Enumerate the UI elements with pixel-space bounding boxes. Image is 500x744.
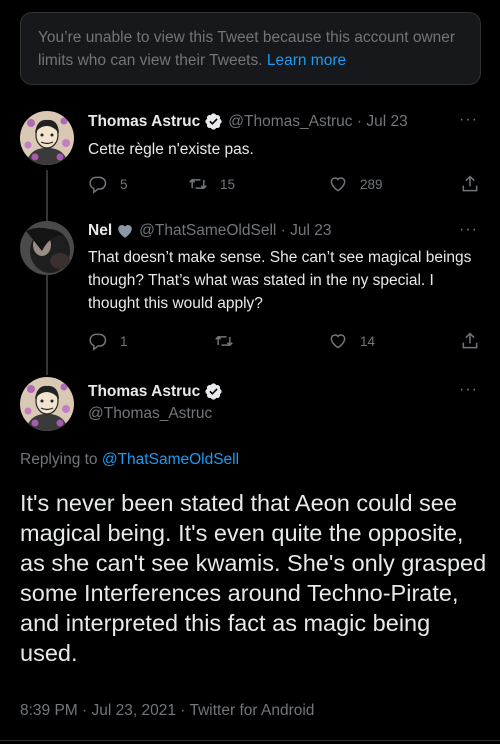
main-tweet-text: It's never been stated that Aeon could s… — [20, 490, 487, 666]
author-name[interactable]: Nel — [88, 222, 112, 240]
tweet-header: Nel @ThatSameOldSell · Jul 23 — [88, 222, 332, 240]
share-icon — [462, 175, 478, 192]
tweet-text: That doesn’t make sense. She can’t see m… — [88, 249, 472, 312]
author-handle[interactable]: @Thomas_Astruc — [88, 405, 212, 423]
share-button[interactable] — [460, 174, 480, 194]
tweet-actions: 1 14 — [88, 331, 484, 351]
like-icon — [330, 334, 346, 349]
learn-more-link[interactable]: Learn more — [267, 52, 346, 69]
replying-to: Replying to @ThatSameOldSell — [20, 451, 239, 469]
author-name[interactable]: Thomas Astruc — [88, 113, 200, 131]
tweet-header: Thomas Astruc — [88, 382, 228, 401]
retweet-icon — [215, 335, 233, 347]
replying-prefix: Replying to — [20, 451, 98, 468]
separator-dot: · — [352, 112, 367, 130]
tweet-actions: 5 15 289 — [88, 174, 484, 194]
separator-dot: · — [180, 702, 190, 719]
tweet-time[interactable]: 8:39 PM — [20, 702, 78, 719]
author-handle[interactable]: @Thomas_Astruc — [228, 113, 352, 131]
heart-badge-icon — [118, 225, 132, 238]
verified-badge-icon — [205, 383, 222, 400]
like-icon — [330, 177, 346, 192]
like-button[interactable]: 289 — [328, 174, 383, 194]
author-name[interactable]: Thomas Astruc — [88, 383, 200, 401]
share-button[interactable] — [460, 331, 480, 351]
separator-dot: · — [82, 702, 92, 719]
avatar-image — [20, 111, 74, 165]
verified-badge-icon — [205, 113, 222, 130]
tweet-date[interactable]: Jul 23 — [290, 222, 331, 240]
more-icon[interactable]: ··· — [459, 381, 478, 399]
author-handle-row: @Thomas_Astruc — [88, 405, 212, 423]
like-count: 289 — [360, 176, 383, 192]
avatar-image — [20, 221, 74, 275]
reply-icon — [89, 333, 107, 351]
author-handle[interactable]: @ThatSameOldSell — [139, 222, 276, 240]
tweet-header: Thomas Astruc @Thomas_Astruc · Jul 23 — [88, 112, 408, 131]
like-count: 14 — [360, 333, 376, 349]
tweet-client[interactable]: Twitter for Android — [190, 702, 315, 719]
tweet-full-date[interactable]: Jul 23, 2021 — [92, 702, 176, 719]
tweet-text: Cette règle n'existe pas. — [88, 141, 254, 158]
reply-icon — [89, 176, 107, 194]
reply-button[interactable]: 1 — [88, 331, 128, 351]
notice-text: You’re unable to view this Tweet because… — [38, 29, 456, 69]
replying-to-link[interactable]: @ThatSameOldSell — [102, 451, 239, 468]
like-button[interactable]: 14 — [328, 331, 375, 351]
reply-count: 5 — [120, 176, 128, 192]
retweet-button[interactable] — [214, 331, 234, 351]
reply-count: 1 — [120, 333, 128, 349]
reply-button[interactable]: 5 — [88, 174, 128, 194]
avatar[interactable] — [20, 111, 74, 165]
divider — [0, 740, 500, 741]
retweet-icon — [189, 178, 207, 190]
tweet-meta: 8:39 PM · Jul 23, 2021 · Twitter for And… — [20, 702, 314, 720]
more-icon[interactable]: ··· — [459, 221, 478, 239]
avatar-image — [20, 377, 74, 431]
tweet-date[interactable]: Jul 23 — [366, 113, 407, 131]
retweet-button[interactable]: 15 — [188, 174, 235, 194]
share-icon — [462, 332, 478, 349]
separator-dot: · — [276, 222, 291, 239]
avatar[interactable] — [20, 377, 74, 431]
avatar[interactable] — [20, 221, 74, 275]
restricted-tweet-notice: You’re unable to view this Tweet because… — [20, 12, 481, 85]
retweet-count: 15 — [220, 176, 236, 192]
more-icon[interactable]: ··· — [459, 111, 478, 129]
